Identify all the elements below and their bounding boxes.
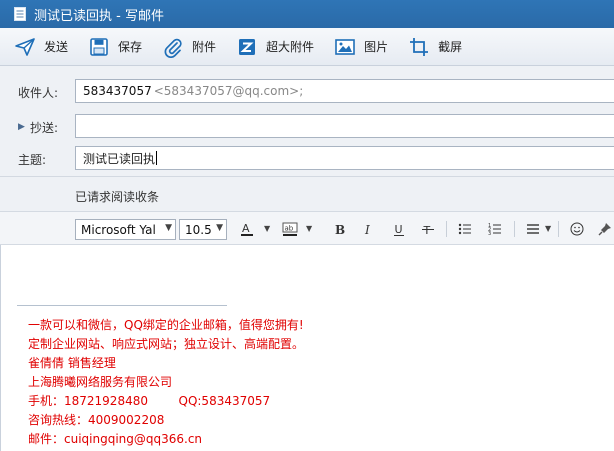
align-icon <box>527 224 539 234</box>
bullet-list-button[interactable] <box>457 221 473 237</box>
emoji-button[interactable] <box>569 221 585 237</box>
svg-text:A: A <box>242 222 250 235</box>
big-attach-label: 超大附件 <box>266 40 315 54</box>
smiley-icon <box>570 222 584 236</box>
text-color-button[interactable]: A <box>239 221 255 237</box>
font-family-value: Microsoft Yal <box>81 222 156 237</box>
text-cursor <box>156 151 158 165</box>
italic-button[interactable]: I <box>360 221 376 237</box>
subject-field[interactable]: 测试已读回执 <box>75 146 614 170</box>
save-label: 保存 <box>118 40 143 54</box>
font-family-select[interactable]: Microsoft Yal ▼ <box>75 219 176 240</box>
subject-value: 测试已读回执 <box>83 151 156 166</box>
toolbar-separator <box>558 221 559 237</box>
font-size-select[interactable]: 10.5 ▼ <box>179 219 227 240</box>
bold-icon: B <box>335 223 345 237</box>
toolbar-separator <box>514 221 515 237</box>
subject-label: 主题: <box>18 152 47 167</box>
save-icon <box>90 37 108 56</box>
big-attach-button[interactable]: 超大附件 <box>236 33 314 61</box>
underline-button[interactable]: U <box>391 221 407 237</box>
svg-text:3: 3 <box>488 231 491 237</box>
svg-text:ab: ab <box>285 225 294 233</box>
picture-icon <box>335 38 355 55</box>
signature-line: 雀倩倩 销售经理 <box>28 356 116 370</box>
send-button[interactable]: 发送 <box>14 33 68 61</box>
cc-label[interactable]: 抄送: <box>30 119 58 136</box>
big-attachment-icon <box>239 38 256 55</box>
chevron-down-icon[interactable]: ▼ <box>306 224 312 233</box>
window-title: 测试已读回执 - 写邮件 <box>34 8 164 24</box>
chevron-down-icon: ▼ <box>216 223 223 233</box>
paperclip-icon <box>164 38 182 58</box>
to-label: 收件人: <box>18 85 59 100</box>
svg-text:T: T <box>423 224 431 237</box>
screenshot-label: 截屏 <box>438 40 463 54</box>
compose-toolbar: 发送 保存 附件 超大附件 图片 截屏 <box>0 28 614 66</box>
text-color-icon: A <box>241 222 253 236</box>
numbered-list-icon: 1 2 3 <box>488 223 501 237</box>
picture-label: 图片 <box>364 40 389 54</box>
signature-line: 咨询热线：4009002208 <box>28 413 165 427</box>
svg-text:B: B <box>335 223 345 237</box>
signature-line: 一款可以和微信，QQ绑定的企业邮箱，值得您拥有! <box>28 318 304 332</box>
attach-label: 附件 <box>192 40 217 54</box>
highlight-icon: ab <box>282 222 298 236</box>
toolbar-separator <box>446 221 447 237</box>
picture-button[interactable]: 图片 <box>334 33 388 61</box>
numbered-list-button[interactable]: 1 2 3 <box>487 221 503 237</box>
chevron-down-icon: ▼ <box>165 223 172 233</box>
underline-icon: U <box>394 223 404 236</box>
signature-divider <box>17 305 227 306</box>
read-receipt-note: 已请求阅读收条 <box>75 190 160 204</box>
signature-line: 手机：18721928480 QQ:583437057 <box>28 394 271 408</box>
bullet-list-icon <box>458 223 471 235</box>
format-toolbar: Microsoft Yal ▼ 10.5 ▼ A ▼ ab ▼ B I U T … <box>0 211 614 245</box>
bold-button[interactable]: B <box>331 221 347 237</box>
svg-text:I: I <box>364 223 370 237</box>
svg-text:U: U <box>395 223 403 236</box>
signature-line: 上海腾曦网络服务有限公司 <box>28 375 173 389</box>
crop-icon <box>410 37 429 56</box>
background-color-button[interactable]: ab <box>282 221 298 237</box>
chevron-down-icon[interactable]: ▼ <box>264 224 270 233</box>
save-button[interactable]: 保存 <box>88 33 142 61</box>
strikethrough-button[interactable]: T <box>420 221 436 237</box>
send-label: 发送 <box>44 40 69 54</box>
align-button[interactable] <box>525 221 541 237</box>
italic-icon: I <box>364 223 370 237</box>
title-bar: 测试已读回执 - 写邮件 <box>0 0 614 28</box>
chevron-down-icon[interactable]: ▼ <box>545 224 551 233</box>
subject-row: 主题: 测试已读回执 <box>0 146 614 172</box>
to-recipient[interactable]: 583437057 <box>83 84 152 98</box>
more-button[interactable] <box>597 221 613 237</box>
to-field[interactable]: 583437057 <583437057@qq.com>; <box>75 79 614 103</box>
cc-row: ▶ 抄送: <box>0 114 614 140</box>
send-icon <box>15 37 35 56</box>
signature-line: 定制企业网站、响应式网站；独立设计、高端配置。 <box>28 337 305 351</box>
to-recipient-address: <583437057@qq.com>; <box>153 84 304 98</box>
cc-field[interactable] <box>75 114 614 138</box>
pin-icon <box>598 223 611 236</box>
strikethrough-icon: T <box>422 224 434 237</box>
expand-cc-icon[interactable]: ▶ <box>18 122 25 132</box>
attach-button[interactable]: 附件 <box>162 33 216 61</box>
form-divider <box>0 176 614 177</box>
to-row: 收件人: 583437057 <583437057@qq.com>; <box>0 79 614 105</box>
document-icon <box>14 7 26 21</box>
signature-line: 邮件：cuiqingqing@qq366.cn <box>28 432 203 446</box>
font-size-value: 10.5 <box>185 222 212 237</box>
screenshot-button[interactable]: 截屏 <box>408 33 462 61</box>
